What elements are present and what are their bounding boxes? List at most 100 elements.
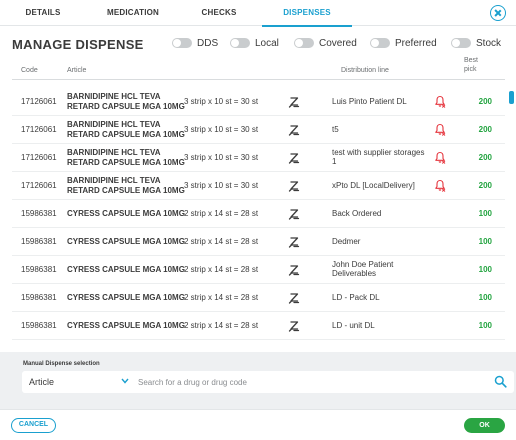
row-best-pick: 200	[478, 181, 492, 190]
row-distribution-line: LD - unit DL	[332, 321, 375, 330]
prescription-edit-icon[interactable]	[288, 236, 300, 248]
row-quantity: 2 strip x 14 st = 28 st	[184, 321, 259, 330]
row-distribution-line-text: Deliverables	[332, 269, 377, 278]
row-best-pick: 100	[478, 237, 492, 246]
toggle-switch[interactable]	[172, 38, 192, 48]
footer-divider	[0, 409, 516, 410]
toggle-switch[interactable]	[451, 38, 471, 48]
row-article-line: CYRESS CAPSULE MGA 10MG	[67, 265, 185, 274]
row-distribution-line: John Doe Patient Deliverables	[332, 260, 393, 278]
row-article-line: RETARD CAPSULE MGA 10MG	[67, 102, 185, 111]
column-header-code: Code	[21, 67, 38, 74]
filter-toggle-preferred[interactable]: Preferred	[370, 37, 437, 49]
row-article: CYRESS CAPSULE MGA 10MG	[67, 209, 185, 219]
row-code: 17126061	[21, 181, 57, 190]
row-distribution-line: Back Ordered	[332, 209, 381, 218]
row-quantity: 2 strip x 14 st = 28 st	[184, 293, 259, 302]
row-article: BARNIDIPINE HCL TEVA RETARD CAPSULE MGA 1…	[67, 120, 185, 140]
table-row[interactable]: 17126061 BARNIDIPINE HCL TEVA RETARD CAPSU…	[12, 88, 505, 116]
table-row[interactable]: 17126061 BARNIDIPINE HCL TEVA RETARD CAPSU…	[12, 144, 505, 172]
drug-search-input[interactable]	[134, 371, 484, 393]
row-distribution-line: Dedmer	[332, 237, 360, 246]
row-article: CYRESS CAPSULE MGA 10MG	[67, 237, 185, 247]
row-distribution-line-text: t5	[332, 125, 339, 134]
row-distribution-line: LD - Pack DL	[332, 293, 380, 302]
search-icon[interactable]	[494, 375, 507, 388]
chevron-down-icon	[121, 378, 129, 384]
row-article: CYRESS CAPSULE MGA 10MG	[67, 293, 185, 303]
row-article-line: CYRESS CAPSULE MGA 10MG	[67, 209, 185, 218]
column-header-distribution-line: Distribution line	[341, 67, 389, 74]
page-title: MANAGE DISPENSE	[12, 37, 144, 52]
search-type-select[interactable]: Article	[22, 371, 132, 393]
row-best-pick: 200	[478, 153, 492, 162]
table-row[interactable]: 17126061 BARNIDIPINE HCL TEVA RETARD CAPSU…	[12, 172, 505, 200]
table-row[interactable]: 15986381 CYRESS CAPSULE MGA 10MG 2 strip x…	[12, 284, 505, 312]
column-header-article: Article	[67, 67, 87, 74]
row-code: 15986381	[21, 237, 57, 246]
alert-bell-icon[interactable]	[434, 179, 446, 192]
row-code: 15986381	[21, 321, 57, 330]
tab-medication[interactable]: MEDICATION	[88, 0, 178, 26]
scrollbar-thumb[interactable]	[509, 91, 514, 104]
row-article-line: CYRESS CAPSULE MGA 10MG	[67, 321, 185, 330]
filter-toggle-covered[interactable]: Covered	[294, 37, 357, 49]
cancel-button[interactable]: CANCEL	[11, 418, 56, 433]
row-distribution-line: test with supplier storages 1	[332, 148, 425, 166]
table-row[interactable]: 17126061 BARNIDIPINE HCL TEVA RETARD CAPSU…	[12, 116, 505, 144]
row-article: CYRESS CAPSULE MGA 10MG	[67, 321, 185, 331]
row-code: 15986381	[21, 293, 57, 302]
row-distribution-line-text: test with supplier storages	[332, 148, 425, 157]
table-row[interactable]: 15986381 CYRESS CAPSULE MGA 10MG 2 strip x…	[12, 256, 505, 284]
prescription-edit-icon[interactable]	[288, 180, 300, 192]
row-quantity: 3 strip x 10 st = 30 st	[184, 181, 259, 190]
filter-toggle-local[interactable]: Local	[230, 37, 279, 49]
row-best-pick: 200	[478, 97, 492, 106]
row-distribution-line-text: LD - unit DL	[332, 321, 375, 330]
table-row[interactable]: 15986381 CYRESS CAPSULE MGA 10MG 2 strip x…	[12, 228, 505, 256]
row-article: BARNIDIPINE HCL TEVA RETARD CAPSULE MGA 1…	[67, 176, 185, 196]
row-distribution-line-text: Back Ordered	[332, 209, 382, 218]
prescription-edit-icon[interactable]	[288, 96, 300, 108]
toggle-switch[interactable]	[370, 38, 390, 48]
row-quantity: 3 strip x 10 st = 30 st	[184, 153, 259, 162]
filter-toggle-dds[interactable]: DDS	[172, 37, 218, 49]
prescription-edit-icon[interactable]	[288, 292, 300, 304]
tab-checks[interactable]: CHECKS	[182, 0, 256, 26]
row-article: BARNIDIPINE HCL TEVA RETARD CAPSULE MGA 1…	[67, 92, 185, 112]
toggle-switch[interactable]	[230, 38, 250, 48]
row-article-line: BARNIDIPINE HCL TEVA	[67, 92, 161, 101]
row-quantity: 2 strip x 14 st = 28 st	[184, 265, 259, 274]
row-article-line: BARNIDIPINE HCL TEVA	[67, 148, 161, 157]
tab-details[interactable]: DETAILS	[6, 0, 80, 26]
row-code: 17126061	[21, 153, 57, 162]
toggle-switch[interactable]	[294, 38, 314, 48]
row-article-line: BARNIDIPINE HCL TEVA	[67, 120, 161, 129]
row-distribution-line-text: Luis Pinto Patient DL	[332, 97, 407, 106]
row-quantity: 3 strip x 10 st = 30 st	[184, 97, 259, 106]
close-icon[interactable]	[490, 5, 506, 21]
row-code: 15986381	[21, 265, 57, 274]
row-best-pick: 100	[478, 209, 492, 218]
prescription-edit-icon[interactable]	[288, 320, 300, 332]
alert-bell-icon[interactable]	[434, 151, 446, 164]
row-article: CYRESS CAPSULE MGA 10MG	[67, 265, 185, 275]
prescription-edit-icon[interactable]	[288, 124, 300, 136]
alert-bell-icon[interactable]	[434, 123, 446, 136]
toggle-label: DDS	[197, 37, 219, 49]
prescription-edit-icon[interactable]	[288, 208, 300, 220]
row-distribution-line: xPto DL [LocalDelivery]	[332, 181, 415, 190]
row-best-pick: 100	[478, 321, 492, 330]
ok-button[interactable]: OK	[464, 418, 505, 433]
prescription-edit-icon[interactable]	[288, 152, 300, 164]
dispense-table: 17126061 BARNIDIPINE HCL TEVA RETARD CAPSU…	[0, 80, 505, 343]
tab-dispenses[interactable]: DISPENSES	[262, 0, 352, 27]
row-distribution-line-text: xPto DL [LocalDelivery]	[332, 181, 415, 190]
table-row[interactable]: 15986381 CYRESS CAPSULE MGA 10MG 2 strip x…	[12, 312, 505, 340]
table-row[interactable]: 15986381 CYRESS CAPSULE MGA 10MG 2 strip x…	[12, 200, 505, 228]
alert-bell-icon[interactable]	[434, 95, 446, 108]
prescription-edit-icon[interactable]	[288, 264, 300, 276]
toggle-label: Covered	[319, 37, 357, 49]
manual-dispense-box: Article	[22, 371, 514, 393]
filter-toggle-stock[interactable]: Stock	[451, 37, 501, 49]
